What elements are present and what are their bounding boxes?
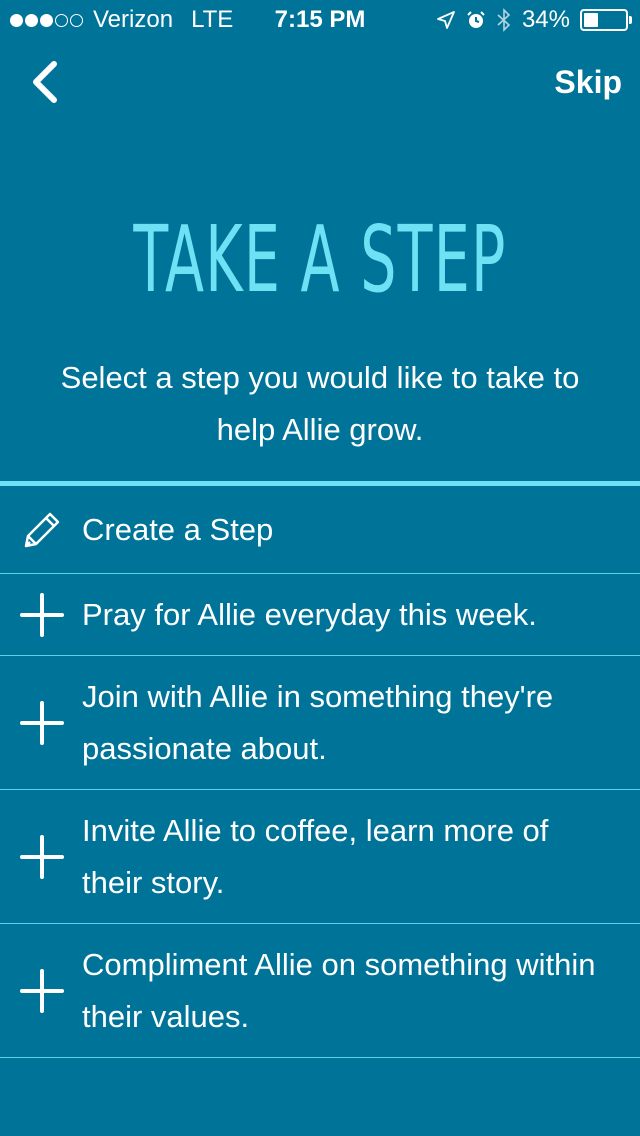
step-label: Pray for Allie everyday this week. [82, 596, 537, 632]
bluetooth-icon [497, 8, 511, 32]
battery-fill [584, 13, 598, 27]
status-bar: Verizon LTE 7:15 PM 34% [0, 0, 640, 40]
battery-percent: 34% [521, 6, 570, 33]
alarm-icon [467, 11, 485, 28]
step-option[interactable]: Pray for Allie everyday this week. [0, 574, 640, 656]
plus-icon [20, 968, 64, 1013]
step-list: Create a Step Pray for Allie everyday th… [0, 481, 640, 1058]
pencil-icon [24, 512, 60, 547]
step-label: Create a Step [82, 511, 274, 547]
page-title: TAKE A STEP [133, 206, 507, 313]
battery-icon [580, 9, 632, 31]
create-step-button[interactable]: Create a Step [0, 486, 640, 574]
step-label: Join with Allie in something they're pas… [82, 678, 554, 766]
status-right: 34% [436, 6, 632, 34]
step-option[interactable]: Invite Allie to coffee, learn more of th… [0, 790, 640, 924]
plus-icon [20, 592, 64, 637]
back-button[interactable] [26, 60, 66, 104]
step-label: Invite Allie to coffee, learn more of th… [82, 812, 549, 900]
location-arrow-icon [437, 11, 455, 29]
page-subtitle: Select a step you would like to take to … [60, 360, 580, 447]
skip-button[interactable]: Skip [554, 64, 622, 101]
step-option[interactable]: Join with Allie in something they're pas… [0, 656, 640, 790]
step-option[interactable]: Compliment Allie on something within the… [0, 924, 640, 1058]
plus-icon [20, 834, 64, 879]
plus-icon [20, 700, 64, 745]
chevron-left-icon [33, 61, 57, 103]
step-label: Compliment Allie on something within the… [82, 946, 596, 1034]
